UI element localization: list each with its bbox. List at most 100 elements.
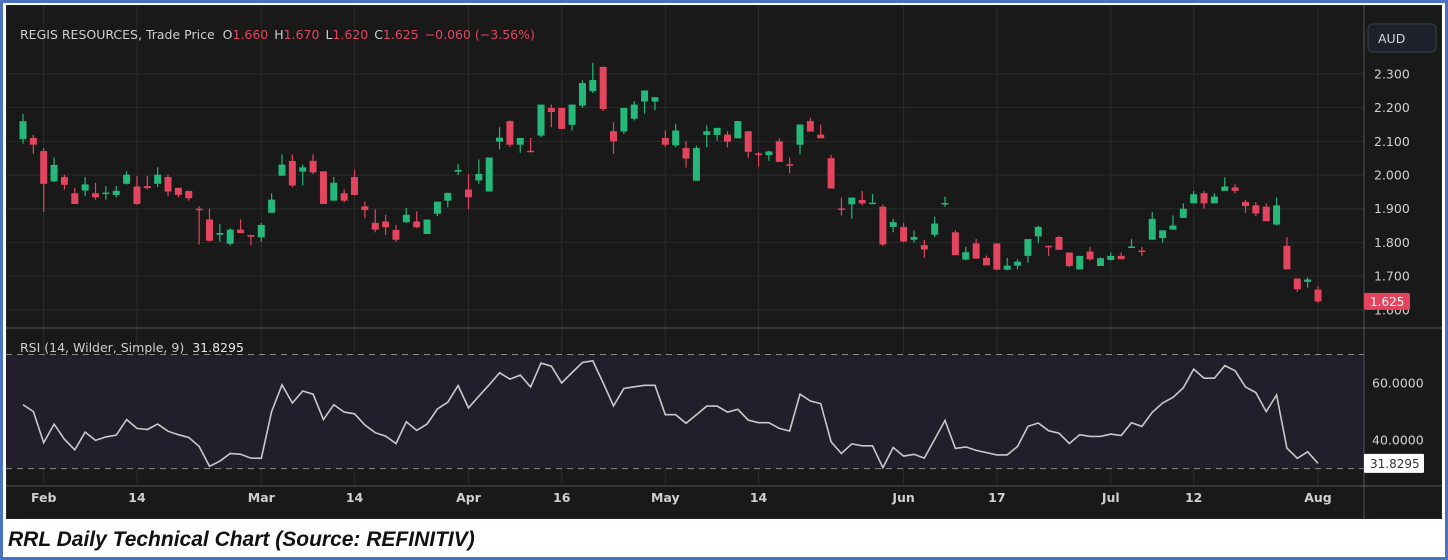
candle-body xyxy=(527,150,535,153)
high-label: H xyxy=(274,27,283,42)
symbol-title: REGIS RESOURCES, Trade Price xyxy=(20,27,215,42)
candle-body xyxy=(1241,201,1249,207)
candle-body xyxy=(589,80,597,92)
candle-body xyxy=(765,151,773,156)
candle xyxy=(827,154,835,189)
price-tick-label: 1.700 xyxy=(1374,269,1410,284)
candle-body xyxy=(1262,206,1270,222)
candle-body xyxy=(299,167,307,172)
technical-chart[interactable]: 2.3002.2002.1002.0001.9001.8001.7001.600… xyxy=(6,5,1442,519)
candle-body xyxy=(1179,208,1187,218)
candle-body xyxy=(371,222,379,230)
candle-body xyxy=(786,164,794,166)
high-value: 1.670 xyxy=(284,27,320,42)
candle-body xyxy=(661,137,669,145)
time-tick-label: 14 xyxy=(346,490,364,505)
candle-body xyxy=(713,127,721,135)
candle-body xyxy=(1169,225,1177,230)
candle-body xyxy=(1221,186,1229,191)
time-tick-label: Apr xyxy=(456,490,482,505)
candle xyxy=(1065,252,1073,268)
candle-body xyxy=(402,214,410,223)
candle xyxy=(537,104,545,138)
rsi-value-text: 31.8295 xyxy=(1370,457,1420,471)
candle-body xyxy=(1159,230,1167,239)
candle-body xyxy=(475,174,483,181)
candle-body xyxy=(319,171,327,205)
candle-body xyxy=(112,190,120,195)
candle-body xyxy=(837,208,845,210)
candle-body xyxy=(1117,255,1125,260)
candle-body xyxy=(278,164,286,176)
candle-body xyxy=(496,137,504,142)
time-tick-label: Aug xyxy=(1304,490,1332,505)
price-tick-label: 1.900 xyxy=(1374,201,1410,216)
candle-body xyxy=(133,186,141,205)
candle-body xyxy=(247,235,255,237)
time-tick-label: 16 xyxy=(553,490,571,505)
candle xyxy=(1076,255,1084,270)
candle-body xyxy=(744,131,752,152)
candle-body xyxy=(1148,218,1156,240)
rsi-tick-label: 60.0000 xyxy=(1372,376,1424,391)
candle-body xyxy=(164,177,172,192)
candle-body xyxy=(237,229,245,233)
candle-body xyxy=(1273,205,1281,225)
candle-body xyxy=(641,90,649,102)
candle-body xyxy=(651,97,659,102)
price-tick-label: 2.200 xyxy=(1374,100,1410,115)
price-legend: REGIS RESOURCES, Trade Price O1.660 H1.6… xyxy=(20,27,535,42)
candle-body xyxy=(92,193,100,198)
candle-body xyxy=(723,134,731,142)
candle-body xyxy=(630,104,638,119)
candle-body xyxy=(433,201,441,214)
candle-body xyxy=(1034,226,1042,237)
candle-body xyxy=(869,202,877,205)
currency-button[interactable]: AUD xyxy=(1367,23,1437,53)
candle xyxy=(558,107,566,129)
candle-body xyxy=(123,174,131,184)
candle-body xyxy=(81,184,89,191)
candle-body xyxy=(288,160,296,186)
candle-body xyxy=(1314,289,1322,302)
candle-body xyxy=(547,107,555,113)
candle-body xyxy=(1107,255,1115,260)
candle-body xyxy=(558,107,566,129)
candle-body xyxy=(257,224,265,238)
price-tick-label: 2.300 xyxy=(1374,66,1410,81)
candle-body xyxy=(817,134,825,139)
low-value: 1.620 xyxy=(332,27,368,42)
rsi-tick-label: 40.0000 xyxy=(1372,433,1424,448)
time-tick-label: Jun xyxy=(891,490,914,505)
candle-body xyxy=(982,257,990,266)
rsi-current-value: 31.8295 xyxy=(192,340,244,355)
candle-body xyxy=(796,124,804,145)
candle-body xyxy=(382,221,390,228)
candle-body xyxy=(29,137,37,145)
candle-body xyxy=(920,245,928,250)
candle-body xyxy=(620,107,628,132)
candle-body xyxy=(154,174,162,184)
candle-body xyxy=(610,131,618,142)
candle-body xyxy=(879,206,887,245)
candle-body xyxy=(506,121,514,145)
price-tick-label: 1.800 xyxy=(1374,235,1410,250)
candle-body xyxy=(806,121,814,132)
candle-body xyxy=(962,252,970,260)
rsi-legend: RSI (14, Wilder, Simple, 9) 31.8295 xyxy=(20,340,244,355)
candle xyxy=(993,243,1001,270)
time-tick-label: 14 xyxy=(750,490,768,505)
candle-body xyxy=(143,186,151,189)
candle-body xyxy=(537,104,545,136)
candle-body xyxy=(516,137,524,145)
candle-body xyxy=(413,221,421,228)
candle-body xyxy=(900,226,908,242)
candle-body xyxy=(361,206,369,211)
candle xyxy=(1096,257,1104,267)
candle-body xyxy=(941,202,949,205)
close-label: C xyxy=(374,27,383,42)
time-tick-label: May xyxy=(651,490,680,505)
last-price-value: 1.625 xyxy=(1370,295,1404,309)
candle xyxy=(951,230,959,256)
candle xyxy=(506,120,514,148)
